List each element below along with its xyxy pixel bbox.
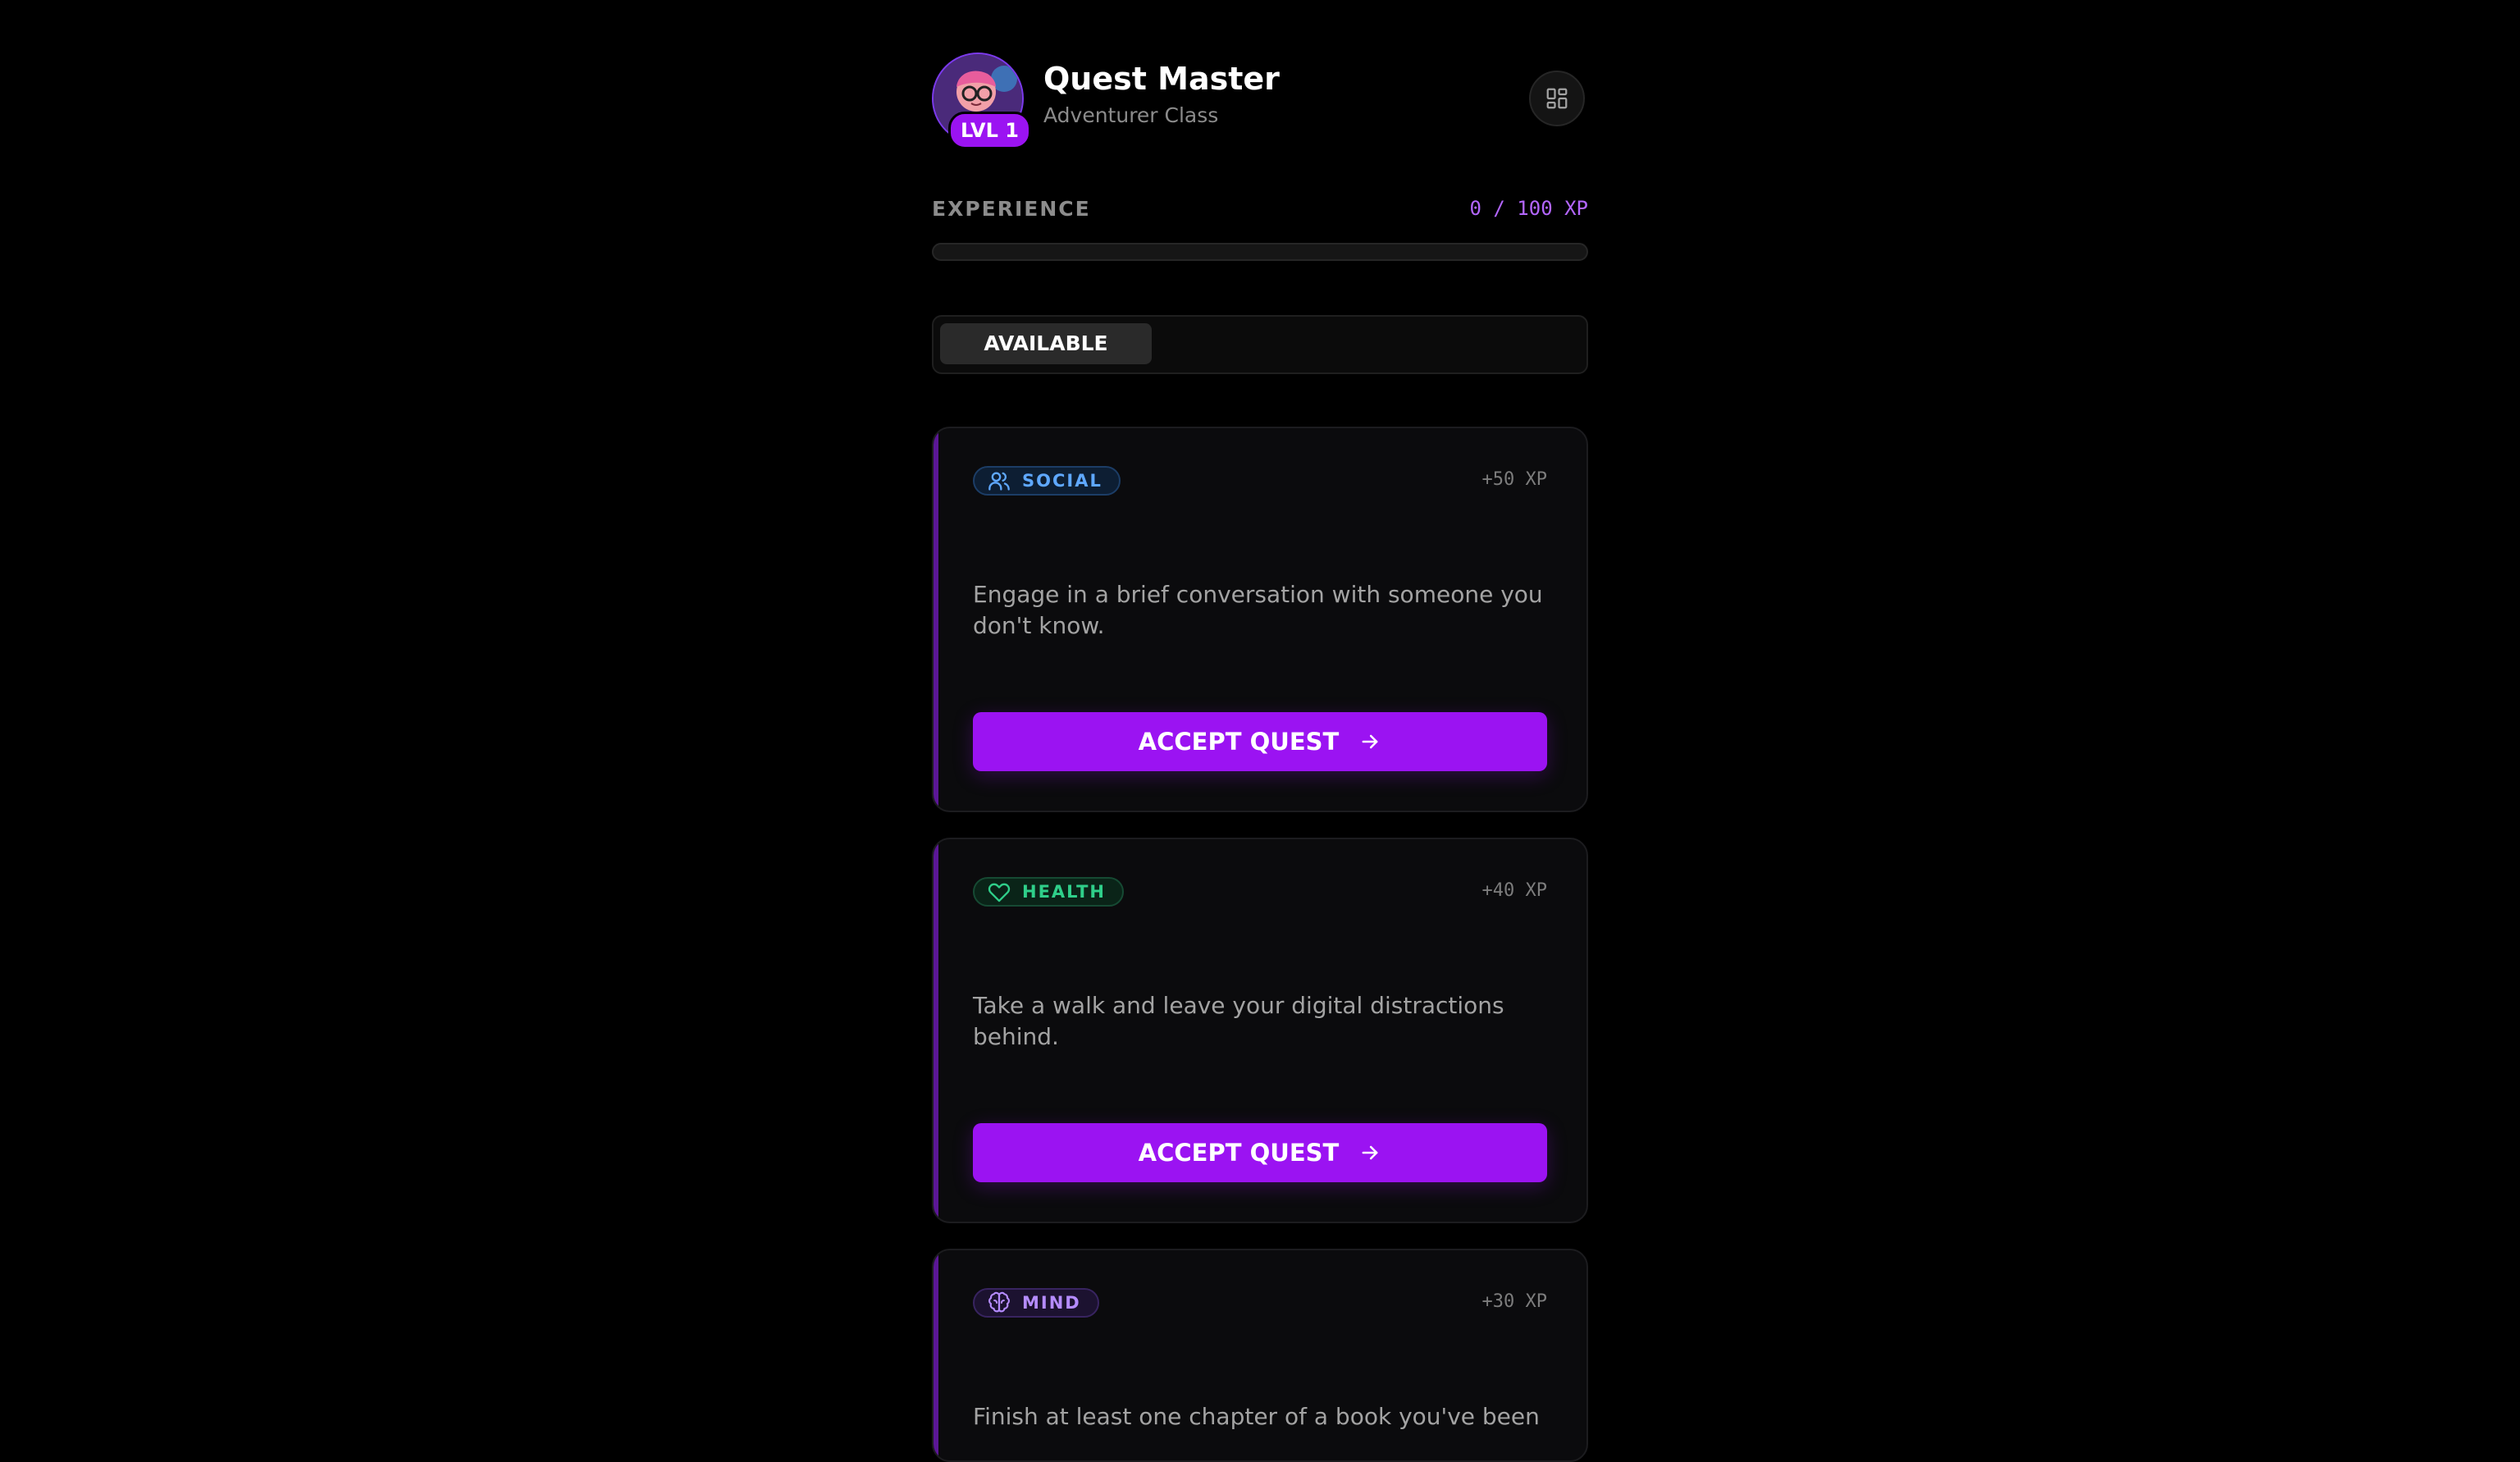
category-tag: HEALTH: [973, 877, 1124, 907]
accept-quest-button[interactable]: ACCEPT QUEST: [973, 1123, 1547, 1182]
avatar-container: LVL 1: [932, 53, 1031, 149]
category-label: HEALTH: [1022, 882, 1106, 902]
xp-reward: +40 XP: [1481, 880, 1547, 901]
quest-card: HEALTH +40 XP Take a walk and leave your…: [932, 838, 1588, 1223]
xp-reward: +30 XP: [1481, 1291, 1547, 1312]
quest-card: MIND +30 XP Finish at least one chapter …: [932, 1249, 1588, 1462]
accept-quest-button[interactable]: ACCEPT QUEST: [973, 712, 1547, 771]
arrow-right-icon: [1362, 734, 1378, 749]
heart-icon: [988, 883, 1011, 902]
experience-value: 0 / 100 XP: [1469, 197, 1589, 220]
quest-app: LVL 1 Quest Master Adventurer Class EXPE…: [932, 0, 1589, 1462]
category-tag: MIND: [973, 1288, 1099, 1318]
experience-progress-bar: [932, 243, 1588, 261]
accept-quest-label: ACCEPT QUEST: [1138, 728, 1340, 756]
tab-available[interactable]: AVAILABLE: [940, 323, 1152, 364]
grid-menu-button[interactable]: [1529, 71, 1585, 126]
category-label: SOCIAL: [1022, 471, 1102, 491]
quest-description: Finish at least one chapter of a book yo…: [973, 1403, 1540, 1430]
category-label: MIND: [1022, 1293, 1081, 1313]
card-accent-bar: [934, 428, 938, 811]
category-tag: SOCIAL: [973, 466, 1121, 496]
accept-quest-label: ACCEPT QUEST: [1138, 1139, 1340, 1167]
quest-description: Take a walk and leave your digital distr…: [973, 992, 1504, 1050]
card-accent-bar: [934, 839, 938, 1222]
quest-card: SOCIAL +50 XP Engage in a brief conversa…: [932, 427, 1588, 812]
profile-header: LVL 1 Quest Master Adventurer Class: [932, 53, 1588, 154]
class-subtitle: Adventurer Class: [1043, 103, 1219, 127]
quest-tabs: AVAILABLE: [932, 315, 1588, 374]
experience-label: EXPERIENCE: [932, 197, 1091, 221]
users-icon: [988, 472, 1010, 491]
card-accent-bar: [934, 1250, 938, 1460]
page-title: Quest Master: [1043, 61, 1280, 97]
grid-icon: [1546, 88, 1568, 109]
quest-description: Engage in a brief conversation with some…: [973, 581, 1543, 639]
xp-reward: +50 XP: [1481, 469, 1547, 490]
level-badge: LVL 1: [948, 112, 1031, 149]
brain-icon: [988, 1291, 1010, 1313]
arrow-right-icon: [1362, 1145, 1378, 1160]
